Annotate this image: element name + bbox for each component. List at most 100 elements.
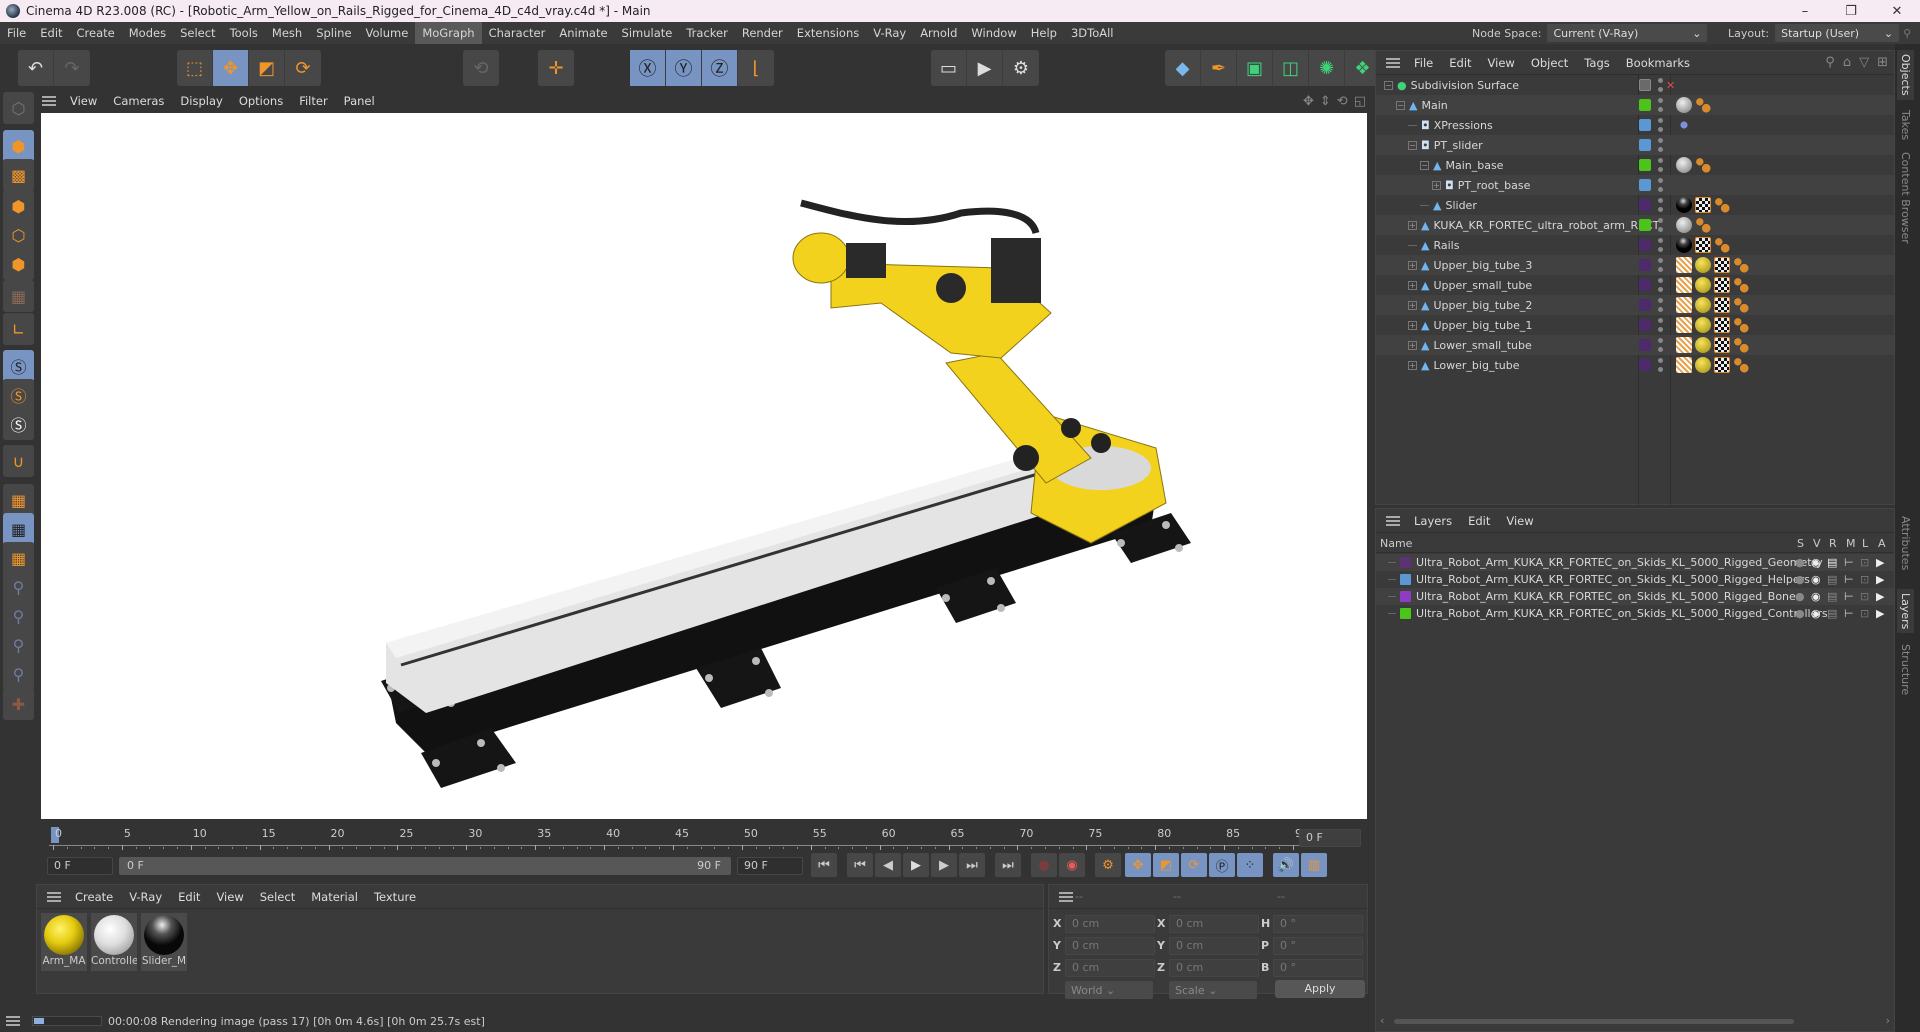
visible-eye-icon[interactable]: ◉ [1811,573,1821,586]
material-yellow-tag-icon[interactable] [1695,257,1711,273]
layer-menu-edit[interactable]: Edit [1460,514,1498,528]
object-menu-file[interactable]: File [1406,56,1441,70]
expand-icon[interactable]: + [1408,280,1417,290]
object-row[interactable]: − ▲ Main [1376,95,1894,115]
dock-tab-content-browser[interactable]: Content Browser [1897,148,1914,248]
key-pla-button[interactable]: ⁘ [1237,853,1263,877]
layer-column-v[interactable]: V [1813,537,1821,550]
animation-toggle-icon[interactable]: ▶ [1876,573,1884,586]
layer-row[interactable]: Ultra_Robot_Arm_KUKA_KR_FORTEC_on_Skids_… [1376,588,1894,605]
checker-tag-icon[interactable] [1695,197,1711,213]
visibility-dots[interactable] [1658,78,1664,92]
pin-button[interactable]: ⚲ [3,571,34,603]
dock-tab-objects[interactable]: Objects [1897,50,1914,100]
constraint-tag-icon[interactable] [1733,297,1749,313]
layer-color-swatch[interactable] [1639,219,1651,231]
weight-tag-icon[interactable] [1676,277,1692,293]
menu-simulate[interactable]: Simulate [615,22,680,44]
record-button[interactable]: ● [1031,853,1057,877]
layer-column-m[interactable]: M [1846,537,1856,550]
menu-spline[interactable]: Spline [309,22,358,44]
magnet-button[interactable]: ∪ [3,445,34,477]
frame-range-slider[interactable]: 0 F 90 F [119,857,731,875]
collapse-icon[interactable]: − [1408,140,1417,150]
visibility-dots[interactable] [1658,318,1664,332]
move-button[interactable]: ✥ [213,50,249,86]
layer-row[interactable]: Ultra_Robot_Arm_KUKA_KR_FORTEC_on_Skids_… [1376,571,1894,588]
material-yellow-tag-icon[interactable] [1695,297,1711,313]
key-rotation-button[interactable]: ⟳ [1181,853,1207,877]
snap-settings-button[interactable]: Ⓢ [3,379,34,411]
object-row[interactable]: − ◘ PT_slider [1376,135,1894,155]
search-icon[interactable]: ⚲ [1825,55,1835,70]
animation-toggle-icon[interactable]: ▶ [1876,590,1884,603]
size-z-field[interactable]: 0 cm [1169,959,1259,977]
snap-button[interactable]: Ⓢ [3,350,34,382]
position-y-field[interactable]: 0 cm [1065,937,1155,955]
go-to-start-button[interactable]: ⏮ [811,853,837,877]
cloner-button[interactable]: ✺ [1309,50,1345,86]
redo-button[interactable]: ↷ [54,50,90,86]
constraint-tag-icon[interactable] [1733,317,1749,333]
play-button[interactable]: ▶ [903,853,929,877]
soft-snap-button[interactable]: Ⓢ [3,408,34,440]
workplane-button[interactable]: ▦ [3,484,34,516]
menu-mograph[interactable]: MoGraph [415,22,482,44]
object-menu-object[interactable]: Object [1523,56,1576,70]
viewport-menu-panel[interactable]: Panel [336,94,383,108]
layout-dropdown[interactable]: Startup (User) ⌄ [1775,24,1900,42]
lock-toggle-icon[interactable]: ⊡ [1860,556,1869,569]
visible-eye-icon[interactable]: ◉ [1811,556,1821,569]
go-to-end-button[interactable]: ⏭ [995,853,1021,877]
visibility-dots[interactable] [1658,218,1664,232]
home-icon[interactable]: ⌂ [1843,55,1851,70]
material-swatch[interactable]: Slider_M [141,913,187,971]
apply-button[interactable]: Apply [1275,980,1365,998]
coord-menu-icon[interactable] [1059,891,1073,902]
locked-workplane-button[interactable]: ▦ [3,513,34,545]
layer-color-swatch[interactable] [1639,339,1651,351]
menu-select[interactable]: Select [173,22,222,44]
rotation-h-field[interactable]: 0 ° [1273,915,1363,933]
texture-mode-button[interactable]: ▩ [3,159,34,191]
expand-icon[interactable]: + [1432,180,1441,190]
checker-tag-icon[interactable] [1714,297,1730,313]
menu-help[interactable]: Help [1024,22,1064,44]
layer-color-swatch[interactable] [1400,557,1411,568]
collapse-icon[interactable]: − [1396,100,1405,110]
object-row[interactable]: + ▲ Upper_big_tube_3 [1376,255,1894,275]
viewport-menu-cameras[interactable]: Cameras [105,94,172,108]
scale-button[interactable]: ◩ [249,50,285,86]
solo-toggle-icon[interactable]: ● [1795,607,1805,620]
timeline-ruler[interactable]: 051015202530354045505560657075808590 0 F [41,823,1367,853]
material-yellow-tag-icon[interactable] [1695,317,1711,333]
layer-menu-view[interactable]: View [1498,514,1541,528]
workplane-axis-button[interactable]: ∟ [3,313,34,345]
object-row[interactable]: + ▲ Upper_big_tube_1 [1376,315,1894,335]
layer-color-swatch[interactable] [1639,79,1651,91]
object-row[interactable]: ▲ Rails [1376,235,1894,255]
menu-render[interactable]: Render [735,22,790,44]
visibility-dots[interactable] [1658,338,1664,352]
object-row[interactable]: + ▲ Upper_big_tube_2 [1376,295,1894,315]
animation-toggle-icon[interactable]: ▶ [1876,607,1884,620]
constraint-tag-icon[interactable] [1733,337,1749,353]
object-row[interactable]: ▲ Slider [1376,195,1894,215]
object-menu-view[interactable]: View [1480,56,1523,70]
layer-color-swatch[interactable] [1639,259,1651,271]
visibility-dots[interactable] [1658,198,1664,212]
object-row[interactable]: + ▲ Lower_big_tube [1376,355,1894,375]
layer-name[interactable]: Ultra_Robot_Arm_KUKA_KR_FORTEC_on_Skids_… [1416,590,1802,603]
layer-color-swatch[interactable] [1639,99,1651,111]
object-row[interactable]: − ● Subdivision Surface ✕ [1376,75,1894,95]
layer-name[interactable]: Ultra_Robot_Arm_KUKA_KR_FORTEC_on_Skids_… [1416,607,1828,620]
maximize-view-icon[interactable]: ◱ [1354,94,1366,109]
key-param-button[interactable]: Ⓟ [1209,853,1235,877]
close-button[interactable]: ✕ [1874,0,1920,22]
start-frame-field[interactable]: 0 F [47,857,113,875]
object-menu-tags[interactable]: Tags [1576,56,1617,70]
xpresso-tag-icon[interactable] [1676,117,1692,133]
menu-character[interactable]: Character [482,22,553,44]
menu-window[interactable]: Window [964,22,1023,44]
material-grey-tag-icon[interactable] [1676,217,1692,233]
